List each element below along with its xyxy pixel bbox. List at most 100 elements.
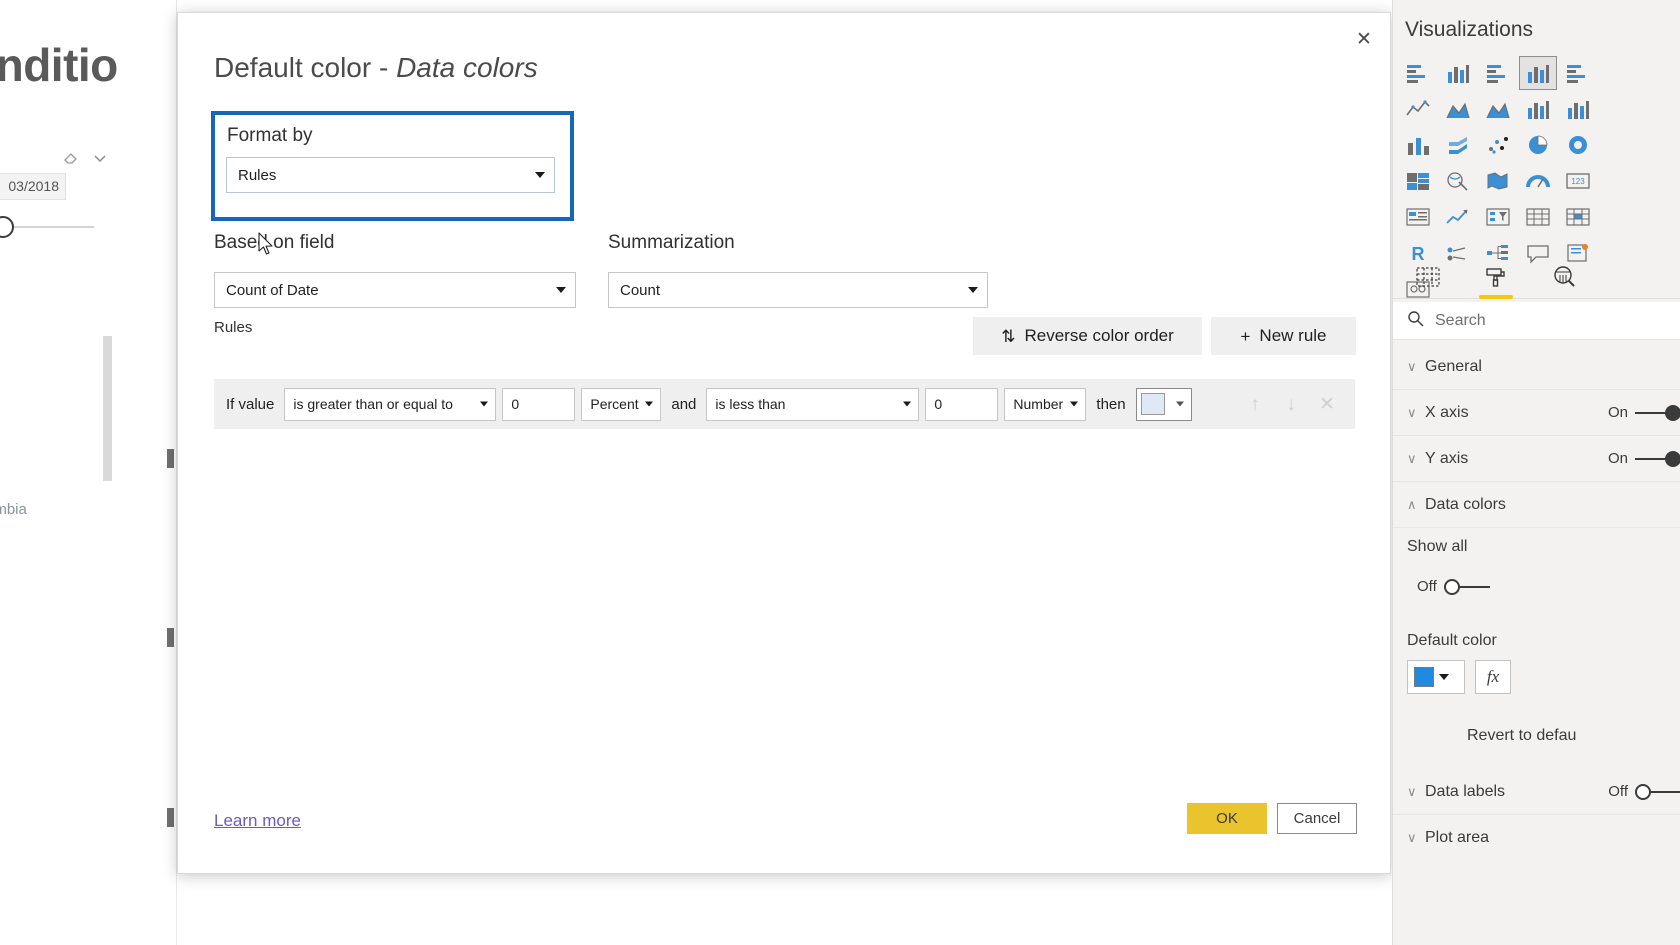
search-icon [1407,310,1424,332]
100-percent-stacked-bar-chart-icon[interactable] [1559,56,1597,90]
revert-to-default-button[interactable]: Revert to defau [1467,727,1576,745]
stacked-area-chart-icon[interactable] [1479,92,1517,126]
map-icon[interactable] [1439,164,1477,198]
card-icon[interactable]: 123 [1559,164,1597,198]
fx-button[interactable]: fx [1475,660,1511,694]
clustered-bar-chart-icon[interactable] [1479,56,1517,90]
data-labels-toggle[interactable]: Off [1608,783,1680,800]
rule-color-picker[interactable] [1136,388,1192,421]
stacked-bar-chart-icon[interactable] [1399,56,1437,90]
close-icon[interactable]: ✕ [1348,23,1380,55]
chevron-down-icon[interactable] [92,150,108,166]
and-label: and [667,396,700,413]
chevron-down-icon [968,287,978,293]
format-section-label: Data colors [1425,496,1680,514]
default-color-label: Default color [1407,632,1497,650]
reverse-color-order-button[interactable]: ⇅ Reverse color order [973,317,1202,355]
treemap-icon[interactable] [1399,164,1437,198]
arrow-down-icon[interactable]: ↓ [1281,393,1301,415]
search-input[interactable] [1433,311,1633,331]
eraser-icon[interactable] [62,148,80,166]
chevron-down-icon [480,402,488,407]
new-rule-button[interactable]: + New rule [1211,317,1356,355]
format-by-value: Rules [238,167,276,184]
line-and-stacked-column-chart-icon[interactable] [1519,92,1557,126]
dialog-title-emphasis: Data colors [396,52,538,83]
area-chart-icon[interactable] [1439,92,1477,126]
rule-operator-2-select[interactable]: is less than [706,388,919,421]
summarization-select[interactable]: Count [608,272,988,308]
pie-chart-icon[interactable] [1519,128,1557,162]
format-section-data-labels[interactable]: ∨ Data labels Off [1393,769,1680,815]
tab-analytics[interactable] [1545,258,1583,296]
ribbon-chart-icon[interactable] [1399,128,1437,162]
format-section-x-axis[interactable]: ∨ X axis On [1393,390,1680,436]
pane-tabs [1393,255,1680,299]
stacked-column-chart-icon[interactable] [1439,56,1477,90]
line-and-clustered-column-chart-icon[interactable] [1559,92,1597,126]
rule-value-2-input[interactable] [925,388,998,421]
slicer-slider-track[interactable] [6,226,94,228]
scatter-chart-icon[interactable] [1479,128,1517,162]
format-section-plot-area[interactable]: ∨ Plot area [1393,815,1680,861]
toggle-state-label: On [1608,404,1628,421]
date-slicer-value[interactable]: 03/2018 [0,173,66,200]
chevron-down-icon [645,402,653,407]
format-section-data-colors[interactable]: ∧ Data colors [1393,482,1680,528]
clustered-column-chart-icon[interactable] [1519,56,1557,90]
chevron-down-icon: ∨ [1407,451,1425,467]
tab-format[interactable] [1477,258,1515,296]
arrow-up-icon[interactable]: ↑ [1245,393,1265,415]
x-axis-toggle[interactable]: On [1608,404,1680,421]
gauge-icon[interactable] [1519,164,1557,198]
format-section-label: Data labels [1425,783,1608,801]
toggle-switch[interactable] [1444,579,1490,595]
format-section-general[interactable]: ∨ General [1393,344,1680,390]
if-value-label: If value [222,396,278,413]
chevron-up-icon: ∧ [1407,497,1425,513]
rule-unit-2-select[interactable]: Number [1004,388,1086,421]
format-by-select[interactable]: Rules [226,157,555,193]
toggle-switch[interactable] [1635,405,1680,421]
learn-more-link[interactable]: Learn more [214,811,301,831]
matrix-icon[interactable] [1559,200,1597,234]
rule-operator-1-select[interactable]: is greater than or equal to [284,388,496,421]
default-color-picker[interactable] [1407,660,1465,694]
show-all-label: Show all [1407,538,1467,556]
svg-text:123: 123 [1571,177,1585,186]
summarization-value: Count [620,282,660,299]
show-all-toggle[interactable]: Off [1417,578,1490,595]
rule-operator-1-value: is greater than or equal to [293,396,453,412]
chart-bar-fragment [167,449,174,468]
rules-section-label: Rules [214,319,252,336]
close-icon[interactable]: ✕ [1317,393,1337,415]
line-chart-icon[interactable] [1399,92,1437,126]
based-on-field-select[interactable]: Count of Date [214,272,576,308]
table-icon[interactable] [1519,200,1557,234]
then-label: then [1092,396,1129,413]
ok-button[interactable]: OK [1187,803,1267,834]
waterfall-chart-icon[interactable] [1439,128,1477,162]
cancel-button[interactable]: Cancel [1277,803,1357,834]
donut-chart-icon[interactable] [1559,128,1597,162]
filled-map-icon[interactable] [1479,164,1517,198]
rule-value-1-input[interactable] [502,388,575,421]
sort-arrows-icon: ⇅ [1001,328,1015,345]
y-axis-toggle[interactable]: On [1608,450,1680,467]
chevron-down-icon [1176,402,1184,407]
rule-actions: ↑ ↓ ✕ [1245,393,1347,415]
tab-fields[interactable] [1409,258,1447,296]
format-by-group: Format by Rules [211,111,574,221]
toggle-switch[interactable] [1635,451,1680,467]
kpi-icon[interactable] [1439,200,1477,234]
slicer-icon[interactable] [1479,200,1517,234]
report-scrollbar-thumb[interactable] [103,336,112,481]
visualizations-pane: Visualizations 123R [1392,0,1680,945]
slicer-slider-handle[interactable] [0,216,14,238]
rule-unit-1-select[interactable]: Percent [581,388,661,421]
format-section-y-axis[interactable]: ∨ Y axis On [1393,436,1680,482]
new-rule-label: New rule [1259,326,1326,346]
dialog-title: Default color - Data colors [214,52,538,84]
multi-row-card-icon[interactable] [1399,200,1437,234]
toggle-switch[interactable] [1635,784,1680,800]
